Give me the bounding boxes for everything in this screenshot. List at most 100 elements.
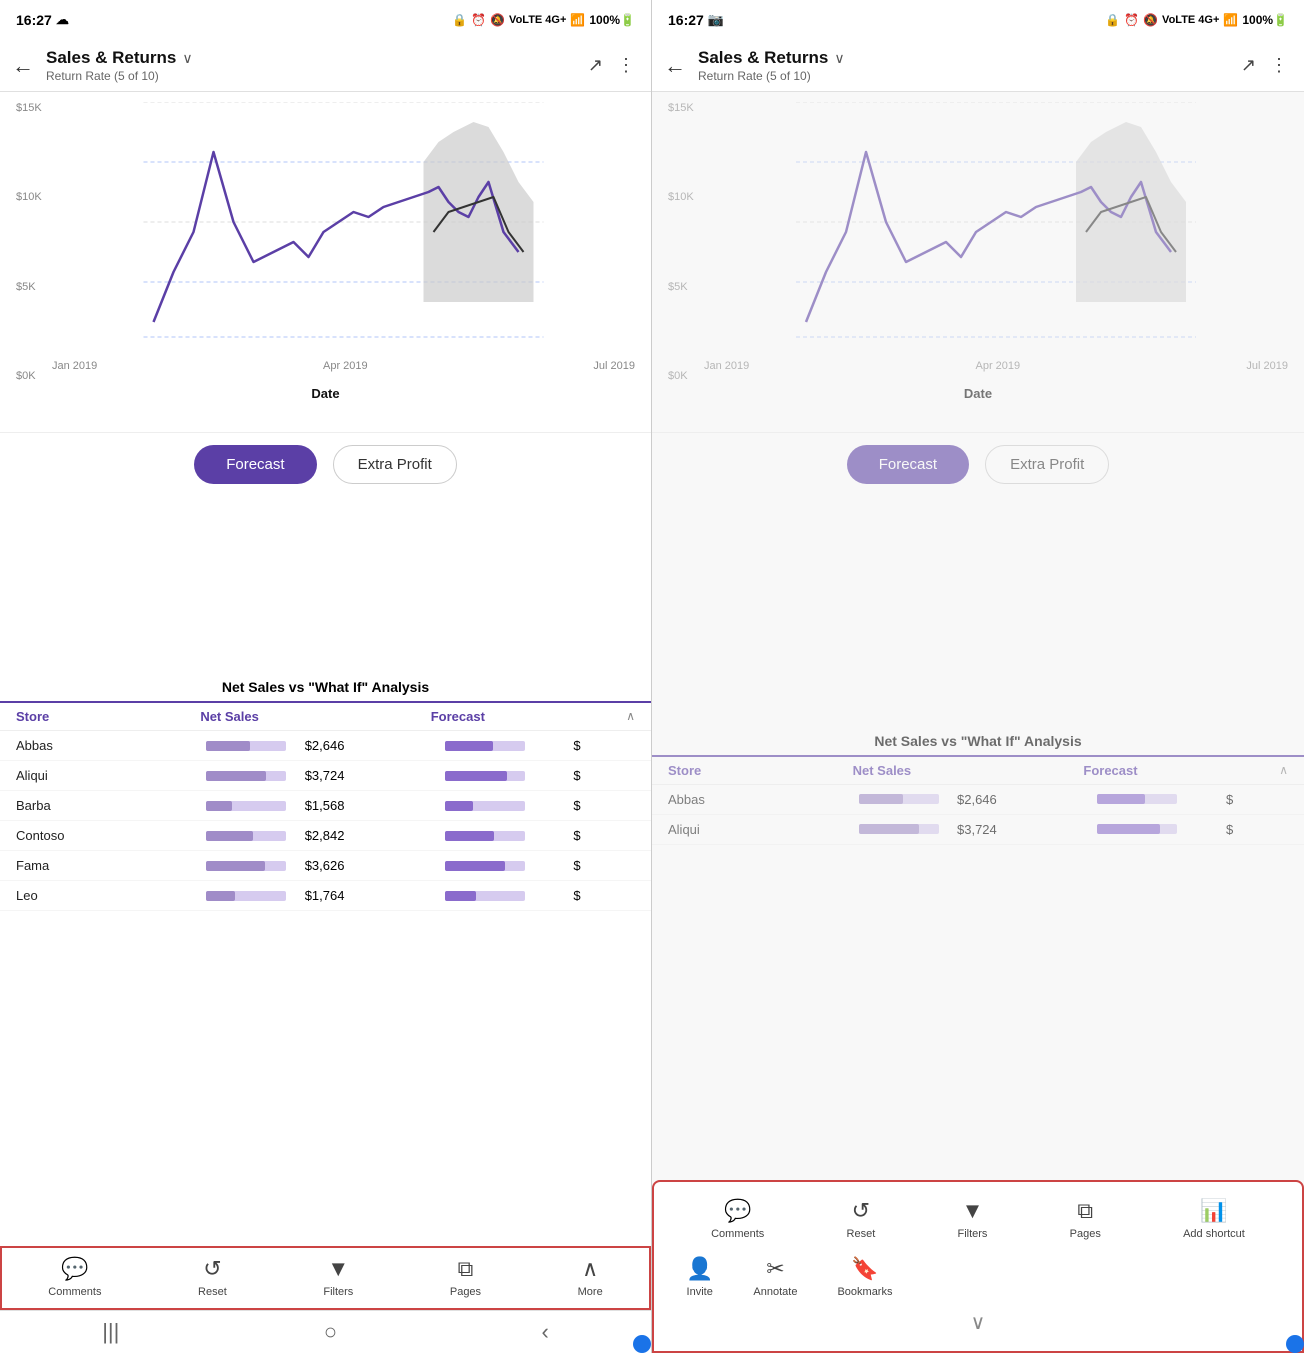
table-row: Abbas $2,646 $ xyxy=(0,731,651,761)
toolbar-comments-left[interactable]: 💬 Comments xyxy=(48,1256,101,1298)
toolbar-pages-left[interactable]: ⧉ Pages xyxy=(450,1256,481,1298)
pages-icon-left: ⧉ xyxy=(458,1256,474,1282)
blue-dot-right xyxy=(1286,1335,1304,1353)
chart-container-left: $15K $10K $5K $0K xyxy=(0,92,651,432)
scroll-up-left[interactable]: ∧ xyxy=(615,709,635,724)
col-forecast-left: Forecast xyxy=(431,709,615,724)
expanded-comments[interactable]: 💬 Comments xyxy=(711,1198,764,1240)
extra-profit-button-left[interactable]: Extra Profit xyxy=(333,445,457,484)
nav-menu-left[interactable]: ||| xyxy=(102,1319,119,1345)
bookmarks-icon-right: 🔖 xyxy=(851,1256,878,1282)
expanded-pages[interactable]: ⧉ Pages xyxy=(1070,1198,1101,1240)
reset-label-right: Reset xyxy=(847,1228,876,1240)
left-panel: 16:27 ☁ 🔒⏰🔕VoLTE 4G+📶100%🔋 ← Sales & Ret… xyxy=(0,0,652,1353)
blue-dot-left xyxy=(633,1335,651,1353)
chart-area-left: $15K $10K $5K $0K xyxy=(16,102,635,382)
table-title-right: Net Sales vs "What If" Analysis xyxy=(652,723,1304,757)
status-bar-left: 16:27 ☁ 🔒⏰🔕VoLTE 4G+📶100%🔋 xyxy=(0,0,651,40)
toolbar-filters-left[interactable]: ▼ Filters xyxy=(323,1256,353,1298)
more-label-left: More xyxy=(578,1286,603,1298)
app-header-right: ← Sales & Returns ∨ Return Rate (5 of 10… xyxy=(652,40,1304,92)
expand-icon-left[interactable]: ↗ xyxy=(588,55,603,76)
chart-section-left: $15K $10K $5K $0K xyxy=(0,92,651,669)
reset-icon-left: ↺ xyxy=(203,1256,221,1282)
more-icon-left[interactable]: ⋮ xyxy=(617,55,635,76)
title-chevron-right[interactable]: ∨ xyxy=(834,50,844,67)
col-store-right: Store xyxy=(668,763,853,778)
chart-x-axis-title-left: Date xyxy=(16,386,635,407)
app-title-left: Sales & Returns xyxy=(46,48,176,68)
bottom-toolbar-left: 💬 Comments ↺ Reset ▼ Filters ⧉ Pages ∧ M… xyxy=(0,1246,651,1310)
table-row-right-2: Aliqui $3,724 $ xyxy=(652,815,1304,845)
filter-icon-left: ▼ xyxy=(327,1256,349,1282)
header-icons-left: ↗ ⋮ xyxy=(588,55,635,76)
status-icons-left: 🔒⏰🔕VoLTE 4G+📶100%🔋 xyxy=(452,13,635,27)
more-icon-right[interactable]: ⋮ xyxy=(1270,55,1288,76)
chart-section-right: $15K $10K $5K $0K xyxy=(652,92,1304,723)
forecast-button-right[interactable]: Forecast xyxy=(847,445,969,484)
col-netsales-right: Net Sales xyxy=(853,763,1084,778)
table-row: Aliqui $3,724 $ xyxy=(0,761,651,791)
filter-icon-right: ▼ xyxy=(962,1198,984,1224)
collapse-icon: ∨ xyxy=(971,1310,986,1335)
app-title-right: Sales & Returns xyxy=(698,48,828,68)
filters-label-right: Filters xyxy=(957,1228,987,1240)
app-header-left: ← Sales & Returns ∨ Return Rate (5 of 10… xyxy=(0,40,651,92)
annotate-label-right: Annotate xyxy=(753,1286,797,1298)
expand-icon-right[interactable]: ↗ xyxy=(1241,55,1256,76)
pages-label-right: Pages xyxy=(1070,1228,1101,1240)
expanded-bookmarks[interactable]: 🔖 Bookmarks xyxy=(837,1256,892,1298)
toolbar-more-left[interactable]: ∧ More xyxy=(578,1256,603,1298)
bookmarks-label-right: Bookmarks xyxy=(837,1286,892,1298)
forecast-buttons-right: Forecast Extra Profit xyxy=(652,432,1304,496)
toolbar-reset-left[interactable]: ↺ Reset xyxy=(198,1256,227,1298)
expanded-toolbar-overlay: 💬 Comments ↺ Reset ▼ Filters ⧉ Pages 📊 A… xyxy=(652,1180,1304,1353)
header-subtitle-left: Return Rate (5 of 10) xyxy=(46,69,580,83)
expanded-filters[interactable]: ▼ Filters xyxy=(957,1198,987,1240)
filters-label-left: Filters xyxy=(323,1286,353,1298)
right-panel: 16:27 📷 🔒⏰🔕VoLTE 4G+📶100%🔋 ← Sales & Ret… xyxy=(652,0,1304,1353)
expanded-toolbar-row1: 💬 Comments ↺ Reset ▼ Filters ⧉ Pages 📊 A… xyxy=(670,1198,1286,1240)
comments-label-right: Comments xyxy=(711,1228,764,1240)
comments-label-left: Comments xyxy=(48,1286,101,1298)
col-store-left: Store xyxy=(16,709,200,724)
expanded-reset[interactable]: ↺ Reset xyxy=(847,1198,876,1240)
invite-label-right: Invite xyxy=(687,1286,713,1298)
table-row: Leo $1,764 $ xyxy=(0,881,651,911)
header-subtitle-right: Return Rate (5 of 10) xyxy=(698,69,1233,83)
chart-y-labels-left: $15K $10K $5K $0K xyxy=(16,102,42,382)
invite-icon-right: 👤 xyxy=(686,1256,713,1282)
chart-svg-right xyxy=(704,102,1288,342)
back-button-right[interactable]: ← xyxy=(660,49,690,83)
status-bar-right: 16:27 📷 🔒⏰🔕VoLTE 4G+📶100%🔋 xyxy=(652,0,1304,40)
col-forecast-right: Forecast xyxy=(1083,763,1268,778)
table-row-right-1: Abbas $2,646 $ xyxy=(652,785,1304,815)
back-button-left[interactable]: ← xyxy=(8,49,38,83)
col-netsales-left: Net Sales xyxy=(200,709,430,724)
table-section-left: Net Sales vs "What If" Analysis Store Ne… xyxy=(0,669,651,1246)
expanded-annotate[interactable]: ✂ Annotate xyxy=(753,1256,797,1298)
chart-svg-left xyxy=(52,102,635,342)
scroll-up-right[interactable]: ∧ xyxy=(1268,763,1288,778)
expanded-invite[interactable]: 👤 Invite xyxy=(686,1256,713,1298)
expanded-add-shortcut[interactable]: 📊 Add shortcut xyxy=(1183,1198,1245,1240)
header-title-area-left: Sales & Returns ∨ Return Rate (5 of 10) xyxy=(46,48,580,83)
status-time-left: 16:27 ☁ xyxy=(16,12,69,28)
expanded-toolbar-row2: 👤 Invite ✂ Annotate 🔖 Bookmarks xyxy=(670,1256,1286,1298)
title-chevron-left[interactable]: ∨ xyxy=(182,50,192,67)
extra-profit-button-right[interactable]: Extra Profit xyxy=(985,445,1109,484)
table-row: Contoso $2,842 $ xyxy=(0,821,651,851)
chart-x-labels-left: Jan 2019 Apr 2019 Jul 2019 xyxy=(52,360,635,372)
table-header-left: Store Net Sales Forecast ∧ xyxy=(0,703,651,731)
table-row: Barba $1,568 $ xyxy=(0,791,651,821)
comments-icon-left: 💬 xyxy=(61,1256,88,1282)
nav-bar-left: ||| ○ ‹ xyxy=(0,1310,651,1353)
reset-label-left: Reset xyxy=(198,1286,227,1298)
more-icon-toolbar-left: ∧ xyxy=(582,1256,598,1282)
chart-x-axis-title-right: Date xyxy=(668,386,1288,407)
collapse-button[interactable]: ∨ xyxy=(670,1310,1286,1335)
nav-home-left[interactable]: ○ xyxy=(324,1319,337,1345)
table-row: Fama $3,626 $ xyxy=(0,851,651,881)
forecast-button-left[interactable]: Forecast xyxy=(194,445,316,484)
nav-back-left[interactable]: ‹ xyxy=(541,1319,548,1345)
